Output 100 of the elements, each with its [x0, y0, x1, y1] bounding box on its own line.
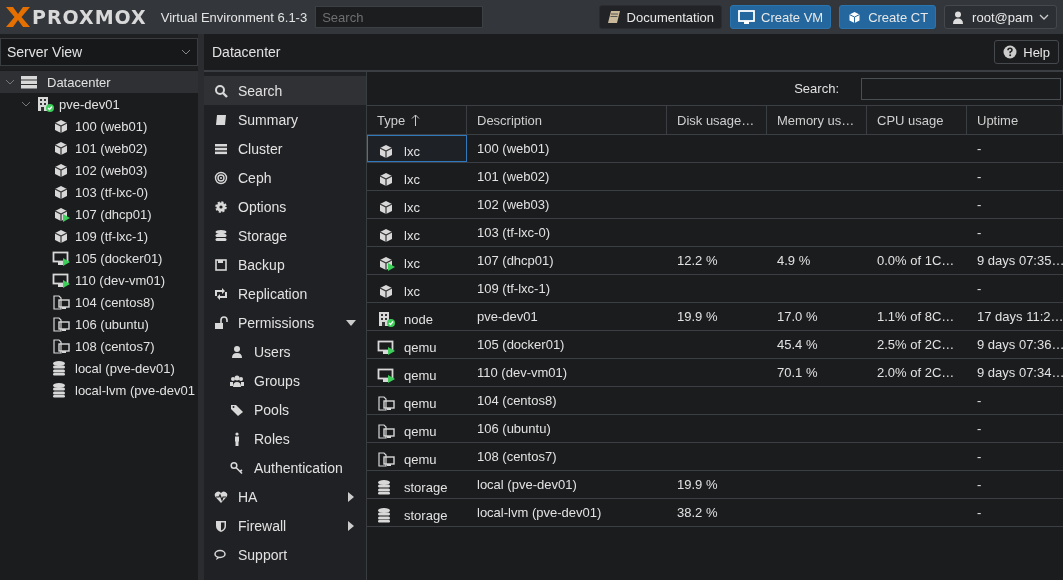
nav-item[interactable]: Permissions — [204, 308, 366, 337]
nav-item[interactable]: Search — [204, 76, 366, 105]
nav-item[interactable]: HA — [204, 482, 366, 511]
search-field[interactable]: Search — [315, 6, 484, 28]
tree-item[interactable]: 106 (ubuntu) — [0, 313, 198, 335]
tree-item[interactable]: 107 (dhcp01) — [0, 203, 198, 225]
nav-item[interactable]: Firewall — [204, 511, 366, 540]
nav-item[interactable]: Replication — [204, 279, 366, 308]
row-type-cell[interactable]: lxc — [367, 247, 467, 274]
book-icon — [606, 10, 621, 24]
tree-item[interactable]: 103 (tf-lxc-0) — [0, 181, 198, 203]
tree-item[interactable]: pve-dev01 — [0, 93, 198, 115]
table-cell: 100 (web01) — [477, 141, 550, 156]
table-cell: 2.5% of 2C… — [877, 337, 955, 352]
table-cell: 45.4 % — [777, 337, 818, 352]
table-cell: 1.1% of 8C… — [877, 309, 955, 324]
tree-item[interactable]: local (pve-dev01) — [0, 357, 198, 379]
row-type-cell[interactable]: storage — [367, 499, 467, 526]
table-cell: 101 (web02) — [477, 169, 550, 184]
chevron-down-icon[interactable] — [21, 99, 31, 109]
column-header[interactable]: CPU usage — [867, 106, 967, 135]
caret-down-icon[interactable] — [346, 317, 356, 328]
row-type-cell[interactable]: qemu — [367, 387, 467, 414]
caret-right-icon[interactable] — [346, 491, 356, 502]
table-cell: 103 (tf-lxc-0) — [477, 225, 550, 240]
nav-item[interactable]: Groups — [204, 366, 366, 395]
column-header[interactable]: Disk usage… — [667, 106, 767, 135]
help-icon — [1003, 45, 1018, 59]
table-cell: 105 (docker01) — [477, 337, 565, 352]
table-cell: 108 (centos7) — [477, 449, 557, 464]
table-cell: - — [977, 505, 982, 520]
logo-text: PROXMOX — [32, 6, 147, 28]
row-type-cell[interactable]: qemu — [367, 359, 467, 386]
nav-item[interactable]: Support — [204, 540, 366, 569]
caret-right-icon[interactable] — [346, 520, 356, 531]
table-cell: 102 (web03) — [477, 197, 550, 212]
user-icon — [230, 344, 244, 359]
column-header[interactable]: Uptime — [967, 106, 1063, 135]
table-cell: 0.0% of 1C… — [877, 253, 955, 268]
column-header[interactable]: Memory us… — [767, 106, 867, 135]
tree-item[interactable]: 109 (tf-lxc-1) — [0, 225, 198, 247]
table-cell: 110 (dev-vm01) — [477, 365, 568, 380]
tree-item[interactable]: 104 (centos8) — [0, 291, 198, 313]
row-type-cell[interactable]: qemu — [367, 443, 467, 470]
nav-item[interactable]: Cluster — [204, 134, 366, 163]
table-cell: - — [977, 141, 982, 156]
sort-up-icon — [411, 114, 421, 126]
logo-icon — [4, 5, 32, 29]
help-button[interactable]: Help — [994, 40, 1059, 64]
table-cell: 19.9 % — [677, 309, 718, 324]
table-cell: 38.2 % — [677, 505, 718, 520]
create-button[interactable]: Create CT — [839, 5, 937, 29]
view-dropdown[interactable]: Server View — [0, 38, 198, 66]
row-type-cell[interactable]: lxc — [367, 163, 467, 190]
table-cell: 17.0 % — [777, 309, 818, 324]
row-type-cell[interactable]: lxc — [367, 219, 467, 246]
documentation-button[interactable]: Documentation — [598, 5, 722, 29]
nav-item[interactable]: Users — [204, 337, 366, 366]
row-type-cell[interactable]: node — [367, 303, 467, 330]
user-icon — [952, 10, 965, 24]
column-header[interactable]: Description — [467, 106, 667, 135]
row-type-cell[interactable]: qemu — [367, 331, 467, 358]
row-type-cell[interactable]: lxc — [367, 135, 467, 162]
tree-item[interactable]: 101 (web02) — [0, 137, 198, 159]
table-cell: 17 days 11:2… — [977, 309, 1063, 324]
row-type-cell[interactable]: lxc — [367, 191, 467, 218]
nav-item[interactable]: Storage — [204, 221, 366, 250]
nav-item[interactable]: Options — [204, 192, 366, 221]
tree-item[interactable]: local-lvm (pve-dev01 — [0, 379, 198, 401]
search-icon — [214, 83, 228, 98]
table-cell: - — [977, 393, 982, 408]
create-button[interactable]: Create VM — [730, 5, 832, 29]
nav-item[interactable]: Summary — [204, 105, 366, 134]
nav-item[interactable]: Authentication — [204, 453, 366, 482]
chevron-down-icon[interactable] — [5, 77, 15, 87]
key-icon — [230, 460, 244, 475]
table-cell: 4.9 % — [777, 253, 811, 268]
table-cell: 107 (dhcp01) — [477, 253, 554, 268]
heart-icon — [214, 489, 228, 504]
table-cell: - — [977, 225, 982, 240]
tree-item[interactable]: 105 (docker01) — [0, 247, 198, 269]
database-icon — [214, 228, 228, 243]
nav-item[interactable]: Backup — [204, 250, 366, 279]
row-type-cell[interactable]: qemu — [367, 415, 467, 442]
tree-item[interactable]: 110 (dev-vm01) — [0, 269, 198, 291]
tree-item[interactable]: Datacenter — [0, 71, 198, 93]
user-menu-button[interactable]: root@pam — [944, 5, 1057, 29]
padlock-icon — [214, 315, 228, 330]
tree-item[interactable]: 100 (web01) — [0, 115, 198, 137]
table-cell: 9 days 07:35… — [977, 253, 1063, 268]
row-type-cell[interactable]: lxc — [367, 275, 467, 302]
tree-item[interactable]: 108 (centos7) — [0, 335, 198, 357]
nav-item[interactable]: Pools — [204, 395, 366, 424]
nav-item[interactable]: Ceph — [204, 163, 366, 192]
nav-item[interactable]: Roles — [204, 424, 366, 453]
search-field[interactable] — [861, 77, 1061, 100]
column-header[interactable]: Type — [367, 106, 467, 135]
row-type-cell[interactable]: storage — [367, 471, 467, 498]
group-icon — [230, 373, 244, 388]
tree-item[interactable]: 102 (web03) — [0, 159, 198, 181]
